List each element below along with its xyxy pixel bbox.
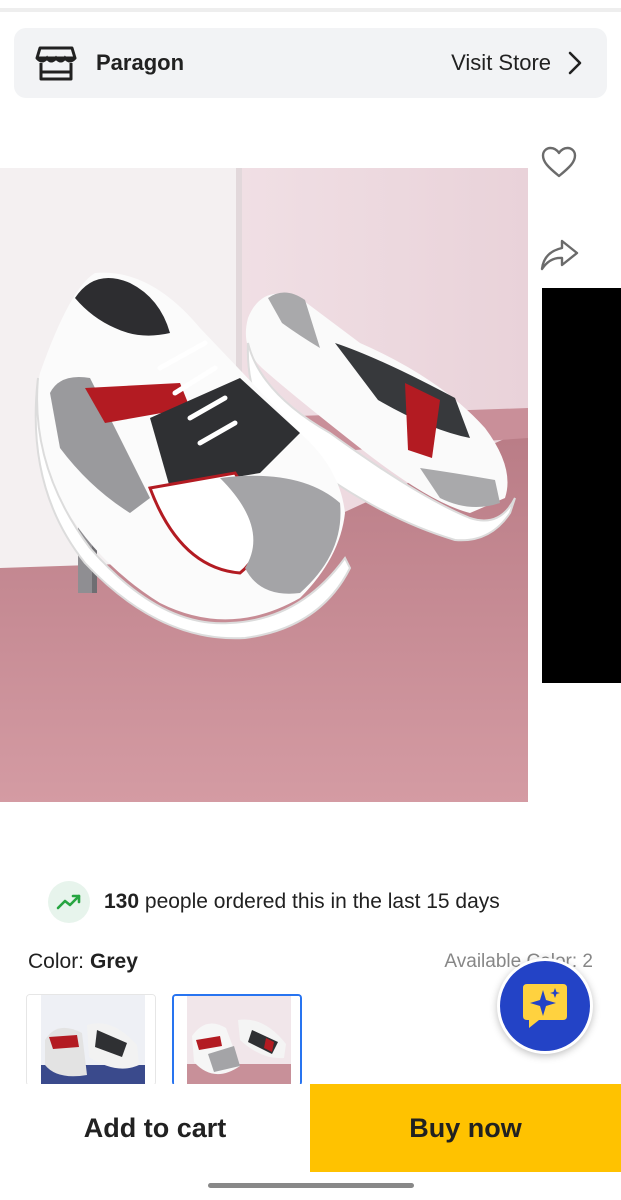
storefront-icon xyxy=(34,43,78,83)
color-label: Color: xyxy=(28,950,85,973)
color-option-1[interactable] xyxy=(26,994,156,1086)
product-image[interactable] xyxy=(0,168,528,802)
social-proof: 130 people ordered this in the last 15 d… xyxy=(48,880,500,924)
chevron-right-icon xyxy=(565,49,585,77)
selected-color: Grey xyxy=(90,950,138,973)
share-arrow-icon xyxy=(538,237,580,278)
buy-now-button[interactable]: Buy now xyxy=(310,1084,621,1172)
social-proof-text: 130 people ordered this in the last 15 d… xyxy=(104,890,500,914)
trending-up-icon xyxy=(48,881,90,923)
heart-outline-icon xyxy=(540,145,578,184)
color-option-2[interactable] xyxy=(172,994,302,1086)
share-button[interactable] xyxy=(536,236,582,278)
sparkle-chat-icon xyxy=(517,976,573,1037)
shopping-assistant-button[interactable] xyxy=(497,958,593,1054)
order-text: people ordered this in the last 15 days xyxy=(144,890,500,913)
store-name: Paragon xyxy=(96,50,185,75)
visit-store-link[interactable]: Visit Store xyxy=(451,49,585,77)
store-bar[interactable]: Paragon Visit Store xyxy=(14,28,607,98)
next-image-peek[interactable] xyxy=(542,288,621,683)
top-strip xyxy=(0,0,621,12)
home-indicator[interactable] xyxy=(208,1183,414,1188)
visit-store-label: Visit Store xyxy=(451,50,551,75)
wishlist-button[interactable] xyxy=(537,144,581,184)
action-bar: Add to cart Buy now xyxy=(0,1084,621,1172)
add-to-cart-button[interactable]: Add to cart xyxy=(0,1084,310,1172)
order-count: 130 xyxy=(104,890,140,913)
